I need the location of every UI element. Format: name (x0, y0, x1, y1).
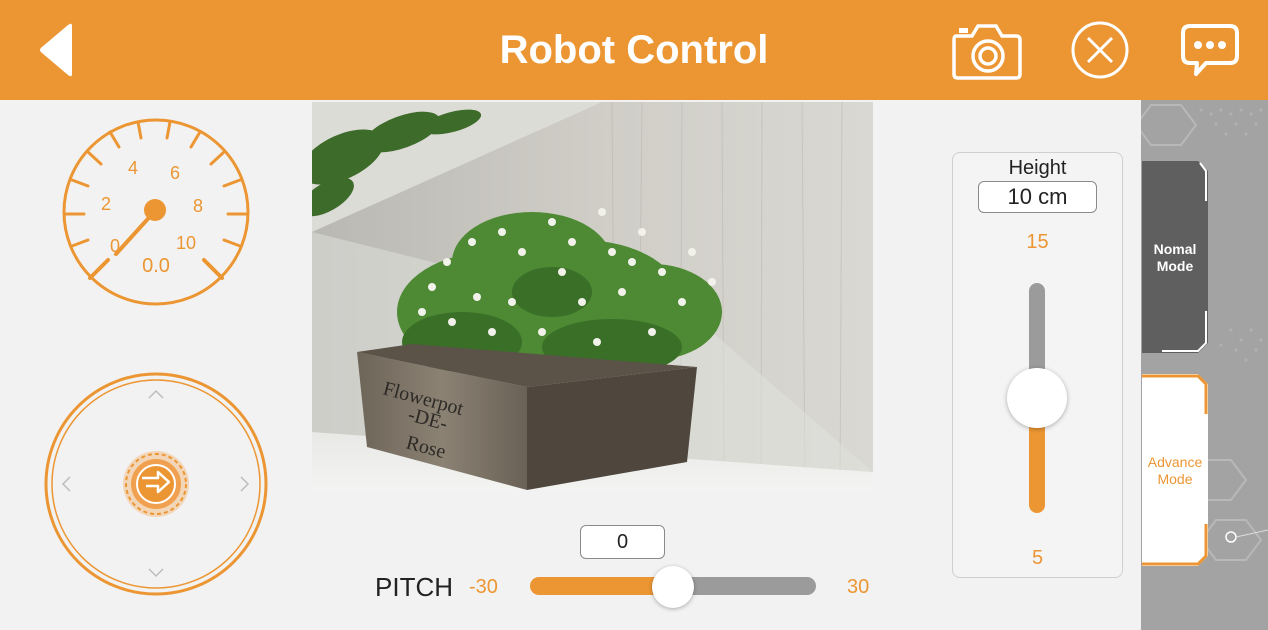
back-arrow-icon (40, 23, 72, 77)
gauge-hub (144, 199, 166, 221)
arrow-right-icon (240, 476, 250, 492)
advance-mode-label: Advance (1147, 454, 1203, 470)
pitch-label: PITCH (375, 572, 453, 602)
speed-gauge: 0 2 4 6 8 10 0.0 (62, 118, 250, 306)
gauge-tick-label: 8 (193, 196, 203, 216)
arrow-up-icon (148, 389, 164, 399)
gauge-tick-label: 6 (170, 163, 180, 183)
height-title: Height (1008, 157, 1067, 179)
gauge-tick-label: 2 (101, 194, 111, 214)
advance-mode-label: Mode (1157, 471, 1193, 487)
camera-icon (952, 24, 1022, 80)
close-circle-icon (1071, 21, 1129, 79)
chat-button[interactable] (1174, 18, 1246, 82)
close-button[interactable] (1064, 18, 1136, 82)
normal-mode-button[interactable]: Nomal Mode (1142, 161, 1208, 353)
arrow-down-icon (148, 568, 164, 578)
joystick-knob-icon[interactable] (123, 451, 189, 517)
height-max-label: 15 (1026, 231, 1049, 253)
normal-mode-label: Mode (1156, 258, 1194, 274)
arrow-left-icon (61, 476, 71, 492)
height-slider[interactable] (1005, 283, 1069, 513)
camera-feed: Flowerpot -DE- Rose (312, 102, 873, 490)
advance-mode-button[interactable]: Advance Mode (1142, 374, 1208, 566)
pitch-slider[interactable] (530, 566, 816, 608)
normal-mode-label: Nomal (1153, 241, 1197, 257)
pitch-slider-thumb[interactable] (652, 566, 694, 608)
back-button[interactable] (22, 18, 94, 82)
height-value-display: 10 cm (978, 181, 1097, 213)
height-slider-thumb[interactable] (1007, 368, 1067, 428)
pitch-slider-track (673, 577, 816, 595)
gauge-value: 0.0 (142, 255, 170, 277)
pitch-min-label: -30 (469, 576, 498, 598)
height-panel: Height 10 cm 15 5 (952, 152, 1123, 578)
gauge-tick-label: 4 (128, 158, 138, 178)
gauge-tick-label: 10 (176, 233, 196, 253)
pitch-value-display: 0 (580, 525, 665, 559)
direction-joystick[interactable] (42, 370, 270, 598)
pitch-max-label: 30 (847, 576, 870, 598)
chat-bubble-icon (1181, 24, 1239, 76)
height-min-label: 5 (1031, 547, 1044, 569)
camera-button[interactable] (950, 18, 1022, 82)
